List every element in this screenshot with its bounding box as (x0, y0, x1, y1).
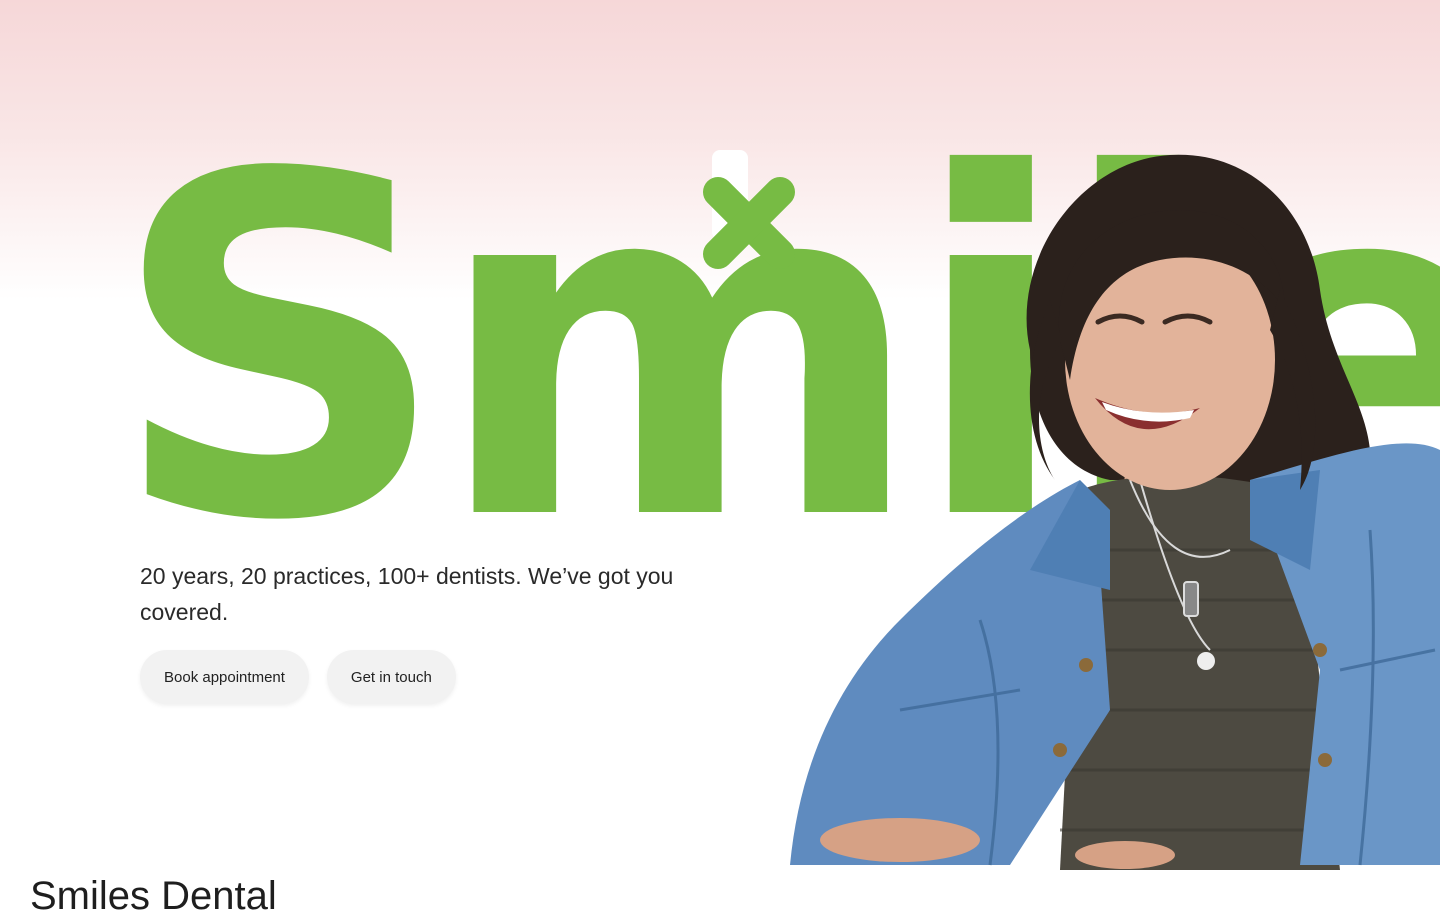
section-title: Smiles Dental (30, 874, 277, 918)
get-in-touch-button[interactable]: Get in touch (326, 650, 456, 704)
hero-tagline: 20 years, 20 practices, 100+ dentists. W… (140, 563, 674, 625)
smiling-woman-photo (780, 150, 1440, 870)
book-appointment-button[interactable]: Book appointment (140, 650, 309, 704)
hero-actions: Book appointment Get in touch (140, 650, 456, 704)
